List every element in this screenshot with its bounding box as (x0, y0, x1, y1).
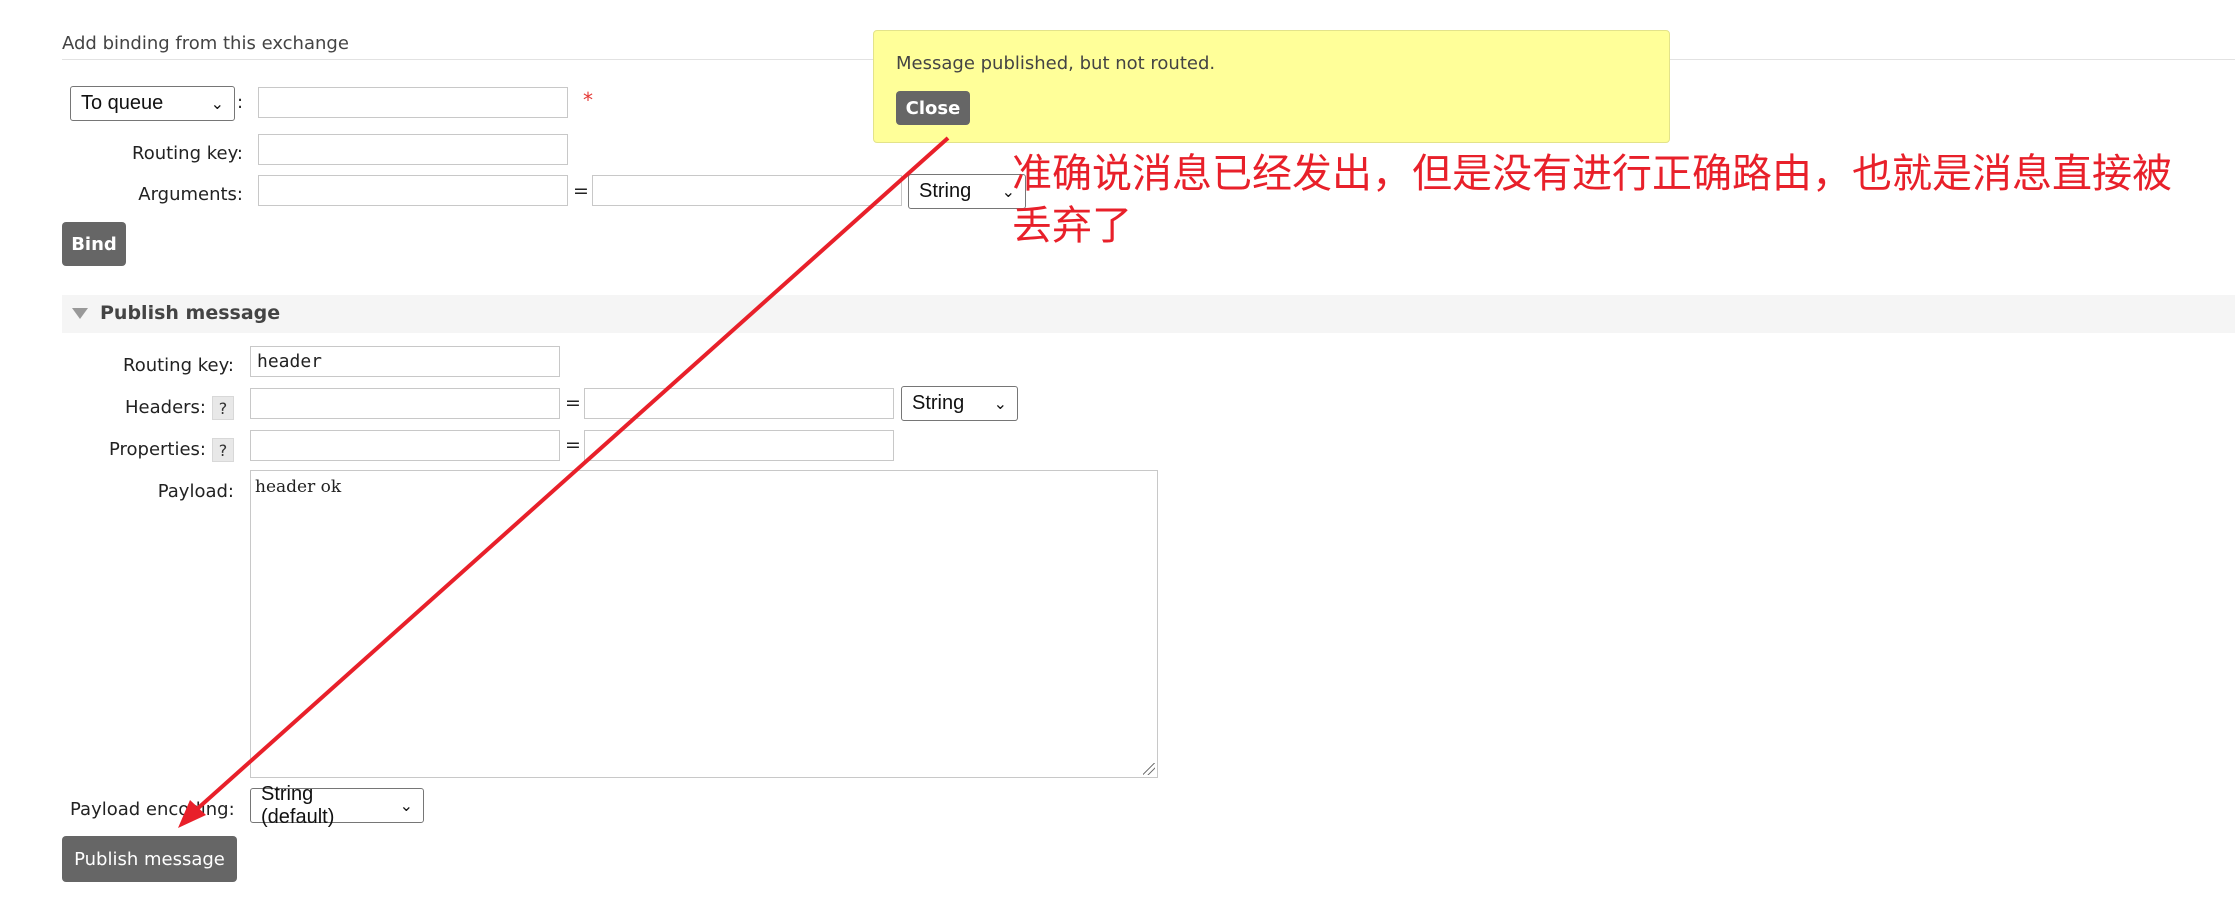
annotation-arrow (178, 136, 950, 828)
annotation-arrow-line (194, 136, 950, 812)
annotation-text: 准确说消息已经发出，但是没有进行正确路由，也就是消息直接被丢弃了 (1012, 151, 2172, 249)
